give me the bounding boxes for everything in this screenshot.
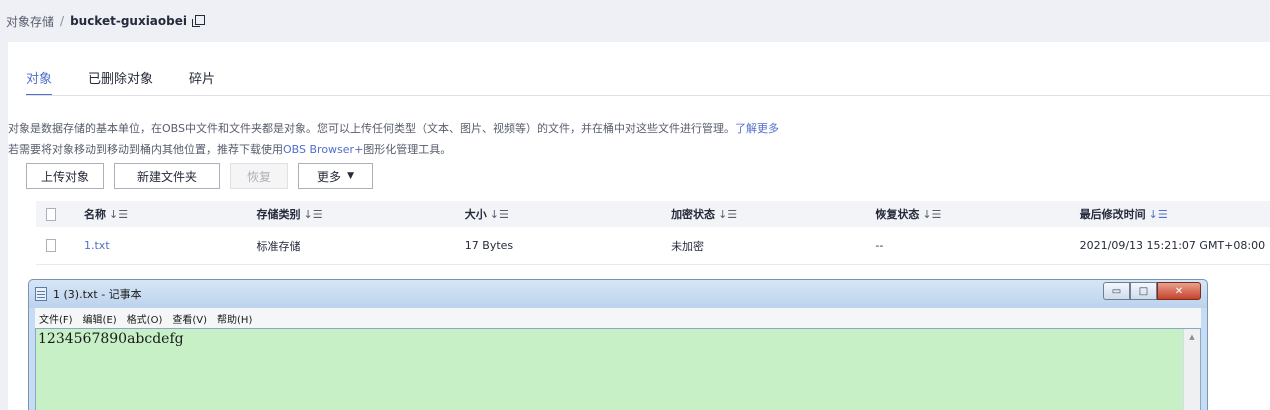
close-icon[interactable]: ✕: [1157, 282, 1201, 300]
cell-modified: 2021/09/13 15:21:07 GMT+08:00: [1079, 239, 1266, 252]
menu-format[interactable]: 格式(O): [127, 311, 163, 326]
breadcrumb-bucket: bucket-guxiaobei: [70, 14, 187, 28]
upload-object-button[interactable]: 上传对象: [26, 163, 105, 189]
breadcrumb-separator: /: [60, 14, 65, 28]
tab-deleted-objects[interactable]: 已删除对象: [88, 68, 153, 96]
toolbar: 上传对象 新建文件夹 恢复 更多 ▼: [26, 163, 373, 189]
sort-icon[interactable]: ↓☰: [718, 208, 737, 221]
scroll-up-icon[interactable]: ▲: [1189, 333, 1194, 410]
breadcrumb-root[interactable]: 对象存储: [6, 13, 54, 30]
table-row: 1.txt 标准存储 17 Bytes 未加密 -- 2021/09/13 15…: [36, 227, 1270, 265]
tab-divider: [26, 95, 1270, 96]
cell-size: 17 Bytes: [464, 239, 514, 252]
sort-icon[interactable]: ↓☰: [1149, 208, 1168, 221]
cell-storage-class: 标准存储: [256, 239, 301, 253]
object-name-link[interactable]: 1.txt: [56, 239, 257, 252]
header-size[interactable]: 大小 ↓☰: [465, 206, 671, 222]
tab-fragments[interactable]: 碎片: [189, 68, 215, 96]
minimize-icon[interactable]: ▭: [1103, 282, 1130, 300]
copy-icon[interactable]: [192, 15, 205, 27]
menu-view[interactable]: 查看(V): [172, 311, 207, 326]
chevron-down-icon: ▼: [347, 171, 354, 181]
description-line-1: 对象是数据存储的基本单位，在OBS中文件和文件夹都是对象。您可以上传任何类型（文…: [8, 120, 779, 136]
more-button[interactable]: 更多 ▼: [298, 163, 373, 189]
menu-file[interactable]: 文件(F): [39, 311, 73, 326]
header-name[interactable]: 名称 ↓☰: [56, 206, 257, 222]
sort-icon[interactable]: ↓☰: [304, 208, 323, 221]
row-select-cell: [36, 239, 56, 252]
vertical-scrollbar[interactable]: ▲: [1183, 329, 1200, 410]
learn-more-link[interactable]: 了解更多: [735, 122, 779, 135]
cell-encryption: 未加密: [671, 239, 705, 253]
row-checkbox[interactable]: [46, 239, 56, 252]
notepad-title-bar[interactable]: 1 (3).txt - 记事本 ▭ □ ✕: [29, 280, 1207, 308]
tab-bar: 对象 已删除对象 碎片: [26, 68, 251, 96]
sort-icon[interactable]: ↓☰: [922, 208, 941, 221]
obs-browser-link[interactable]: OBS Browser+: [283, 143, 363, 156]
description-text: 对象是数据存储的基本单位，在OBS中文件和文件夹都是对象。您可以上传任何类型（文…: [8, 122, 735, 135]
objects-table: 名称 ↓☰ 存储类别 ↓☰ 大小 ↓☰ 加密状态 ↓☰ 恢复状态 ↓☰ 最后修改时间 ↓☰ …: [36, 201, 1270, 265]
menu-help[interactable]: 帮助(H): [217, 311, 252, 326]
maximize-icon[interactable]: □: [1130, 282, 1157, 300]
header-modified[interactable]: 最后修改时间 ↓☰: [1080, 206, 1270, 222]
sort-icon[interactable]: ↓☰: [109, 208, 128, 221]
notepad-icon: [35, 287, 47, 301]
tab-objects[interactable]: 对象: [26, 68, 53, 96]
description-text-2: 若需要将对象移动到移动到桶内其他位置，推荐下载使用: [8, 143, 283, 156]
notepad-content[interactable]: 1234567890abcdefg: [38, 331, 184, 347]
notepad-text-area[interactable]: 1234567890abcdefg ▲: [35, 328, 1201, 410]
notepad-menu-bar: 文件(F) 编辑(E) 格式(O) 查看(V) 帮助(H): [35, 308, 1201, 328]
new-folder-button[interactable]: 新建文件夹: [114, 163, 221, 189]
breadcrumb: 对象存储 / bucket-guxiaobei: [0, 0, 1270, 42]
header-storage-class[interactable]: 存储类别 ↓☰: [257, 206, 465, 222]
notepad-title: 1 (3).txt - 记事本: [53, 288, 142, 301]
menu-edit[interactable]: 编辑(E): [83, 311, 117, 326]
notepad-window: 1 (3).txt - 记事本 ▭ □ ✕ 文件(F) 编辑(E) 格式(O) …: [28, 279, 1208, 410]
select-all-cell: [36, 207, 56, 221]
cell-restore-status: --: [875, 239, 884, 252]
more-label: 更多: [317, 169, 342, 184]
table-header: 名称 ↓☰ 存储类别 ↓☰ 大小 ↓☰ 加密状态 ↓☰ 恢复状态 ↓☰ 最后修改时间 ↓☰: [36, 201, 1270, 227]
restore-button[interactable]: 恢复: [230, 163, 289, 189]
window-controls: ▭ □ ✕: [1103, 282, 1201, 300]
description-text-3: 图形化管理工具。: [363, 143, 452, 156]
sort-icon[interactable]: ↓☰: [490, 208, 509, 221]
header-restore-status[interactable]: 恢复状态 ↓☰: [875, 206, 1079, 222]
header-encryption[interactable]: 加密状态 ↓☰: [671, 206, 875, 222]
select-all-checkbox[interactable]: [46, 207, 56, 221]
description-line-2: 若需要将对象移动到移动到桶内其他位置，推荐下载使用OBS Browser+图形化…: [8, 141, 451, 157]
